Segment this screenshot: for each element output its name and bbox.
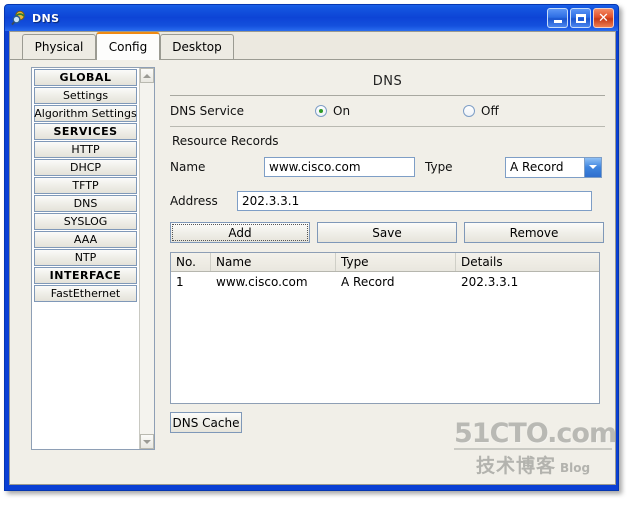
sidebar-item-label: AAA [73,233,98,246]
dns-service-on-label: On [333,104,351,118]
dns-service-on-radio[interactable]: On [315,104,463,118]
sidebar-item-http[interactable]: HTTP [34,141,137,158]
dns-globe-icon [11,10,27,26]
minimize-icon [553,20,562,23]
table-header-row: No. Name Type Details [171,253,599,272]
tab-physical[interactable]: Physical [22,34,96,59]
address-row: Address 202.3.3.1 [170,189,605,213]
sidebar-item-fastethernet[interactable]: FastEthernet [34,285,137,302]
save-button[interactable]: Save [317,222,457,243]
column-header-details[interactable]: Details [456,253,599,271]
title-bar: DNS ✕ [5,5,618,31]
sidebar-item-label: HTTP [71,143,100,156]
sidebar-item-settings[interactable]: Settings [34,87,137,104]
close-icon: ✕ [598,10,609,26]
sidebar-item-services[interactable]: SERVICES [34,123,137,140]
sidebar-item-label: GLOBAL [59,71,112,84]
dns-service-row: DNS Service On Off [170,96,605,126]
sidebar-item-label: DHCP [69,161,102,174]
column-header-type[interactable]: Type [336,253,456,271]
sidebar-item-algorithm-settings[interactable]: Algorithm Settings [34,105,137,122]
tab-strip: Physical Config Desktop [10,32,615,60]
sidebar-item-ntp[interactable]: NTP [34,249,137,266]
sidebar-item-label: INTERFACE [49,269,122,282]
chevron-down-icon[interactable] [584,157,601,177]
dns-service-off-radio[interactable]: Off [463,104,499,118]
sidebar-item-interface[interactable]: INTERFACE [34,267,137,284]
address-input[interactable]: 202.3.3.1 [237,191,592,211]
close-button[interactable]: ✕ [593,8,614,28]
tab-config[interactable]: Config [96,32,160,60]
column-header-no[interactable]: No. [171,253,211,271]
cell-no: 1 [176,275,184,289]
minimize-button[interactable] [547,8,568,28]
window-controls: ✕ [547,8,614,28]
client-area: Physical Config Desktop GLOBAL Settings [9,31,616,485]
sidebar-item-global[interactable]: GLOBAL [34,69,137,86]
add-button[interactable]: Add [170,222,310,243]
sidebar-scrollbar[interactable] [139,68,154,449]
scroll-up-arrow-icon[interactable] [140,68,154,83]
column-header-name[interactable]: Name [211,253,336,271]
remove-button[interactable]: Remove [464,222,604,243]
name-label: Name [170,160,206,174]
name-row: Name www.cisco.com Type A Record [170,155,605,179]
config-page: GLOBAL Settings Algorithm Settings SERVI… [10,59,615,484]
window-title: DNS [32,11,60,25]
dns-service-off-label: Off [481,104,499,118]
maximize-icon [575,13,586,23]
sidebar-item-dns[interactable]: DNS [34,195,137,212]
config-sidebar: GLOBAL Settings Algorithm Settings SERVI… [31,67,155,450]
sidebar-item-label: Algorithm Settings [34,107,137,120]
sidebar-item-label: Settings [62,89,109,102]
type-label: Type [425,160,453,174]
table-row[interactable]: 1 www.cisco.com A Record 202.3.3.1 [171,272,599,292]
sidebar-item-label: NTP [74,251,97,264]
name-input[interactable]: www.cisco.com [264,157,415,177]
resource-records-label: Resource Records [172,134,279,148]
scroll-down-arrow-icon[interactable] [140,434,154,449]
cell-details: 202.3.3.1 [461,275,519,289]
dns-settings-panel: DNS DNS Service On Off Resource Records [170,67,605,477]
address-label: Address [170,194,218,208]
cell-name: www.cisco.com [216,275,308,289]
dns-service-label: DNS Service [170,104,244,118]
sidebar-item-label: FastEthernet [50,287,121,300]
tab-desktop-label: Desktop [172,40,222,54]
sidebar-item-label: SERVICES [53,125,118,138]
dns-window: DNS ✕ Physical Config Desktop GLOBAL Set… [4,4,619,491]
record-action-buttons: Add Save Remove [170,222,605,243]
tab-config-label: Config [108,40,148,54]
maximize-button[interactable] [570,8,591,28]
sidebar-item-label: TFTP [72,179,99,192]
type-select-value: A Record [510,160,564,174]
dns-cache-button[interactable]: DNS Cache [170,412,242,433]
sidebar-list: GLOBAL Settings Algorithm Settings SERVI… [32,68,139,449]
resource-records-table: No. Name Type Details 1 www.cisco.com A … [170,252,600,404]
radio-on-icon [315,105,327,117]
sidebar-item-dhcp[interactable]: DHCP [34,159,137,176]
sidebar-item-aaa[interactable]: AAA [34,231,137,248]
radio-off-icon [463,105,475,117]
page-title: DNS [372,74,403,89]
type-select[interactable]: A Record [505,156,602,178]
sidebar-item-syslog[interactable]: SYSLOG [34,213,137,230]
sidebar-item-label: DNS [73,197,98,210]
tab-desktop[interactable]: Desktop [160,34,234,59]
sidebar-item-label: SYSLOG [63,215,108,228]
tab-physical-label: Physical [34,40,84,54]
cell-type: A Record [341,275,395,289]
sidebar-item-tftp[interactable]: TFTP [34,177,137,194]
